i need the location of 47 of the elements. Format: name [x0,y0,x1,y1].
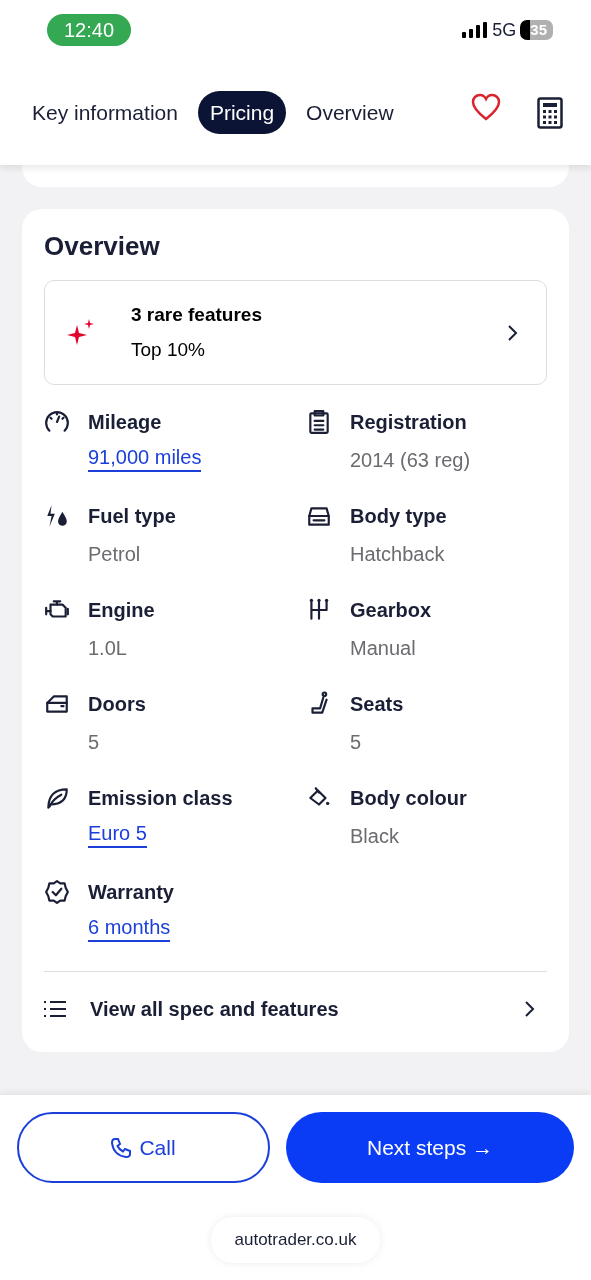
spec-value-link[interactable]: Euro 5 [88,821,147,849]
chevron-right-icon [507,323,518,342]
rare-features-subtitle: Top 10% [131,337,206,362]
url-bar[interactable]: autotrader.co.uk [210,1217,381,1263]
tab[interactable]: Key information [20,90,190,135]
spec-label: Warranty [88,880,174,906]
section-title: Overview [44,231,161,263]
status-time: 12:40 [47,14,132,46]
spec-value-link[interactable]: 6 months [88,915,171,943]
tab[interactable]: Pricing [197,90,287,135]
signal-icon [462,22,489,38]
spec-label: Registration [350,410,468,436]
spec-label: Fuel type [88,504,176,530]
spec-label: Gearbox [350,598,432,624]
clipboard-icon [306,409,332,436]
spec-label: Engine [88,598,155,624]
leaf-icon [44,785,70,812]
spec-label: Emission class [88,786,233,812]
phone-icon [111,1137,132,1158]
fuel-icon [44,503,70,530]
spec-value: 5 [350,730,362,756]
spec-label: Doors [88,692,146,718]
badge-check-icon [44,879,70,906]
spec-value-link[interactable]: 91,000 miles [88,445,202,473]
spec-label: Seats [350,692,404,718]
spec-value: Black [350,824,399,850]
view-all-spec-link[interactable]: View all spec and features [44,971,547,1041]
battery-level: 35 [520,20,553,40]
tab[interactable]: Overview [294,90,406,135]
spec-value: Petrol [88,542,141,568]
calculator-icon[interactable] [537,96,563,129]
spec-label: Body type [350,504,447,530]
spec-value: 2014 (63 reg) [350,448,471,474]
rare-features-title: 3 rare features [131,303,262,328]
next-steps-button[interactable]: Next steps → [286,1112,574,1183]
chevron-right-icon [524,1000,535,1019]
rare-features-card[interactable]: 3 rare features Top 10% [44,280,547,386]
network-label: 5G [492,18,517,42]
spec-value: 5 [88,730,100,756]
spec-label: Mileage [88,410,163,436]
spec-value: Manual [350,636,416,662]
spec-label: Body colour [350,786,467,812]
spec-value: Hatchback [350,542,445,568]
call-button[interactable]: Call [17,1112,270,1183]
heart-icon[interactable] [471,92,501,121]
spec-value: 1.0L [88,636,127,662]
list-icon [44,1000,66,1019]
